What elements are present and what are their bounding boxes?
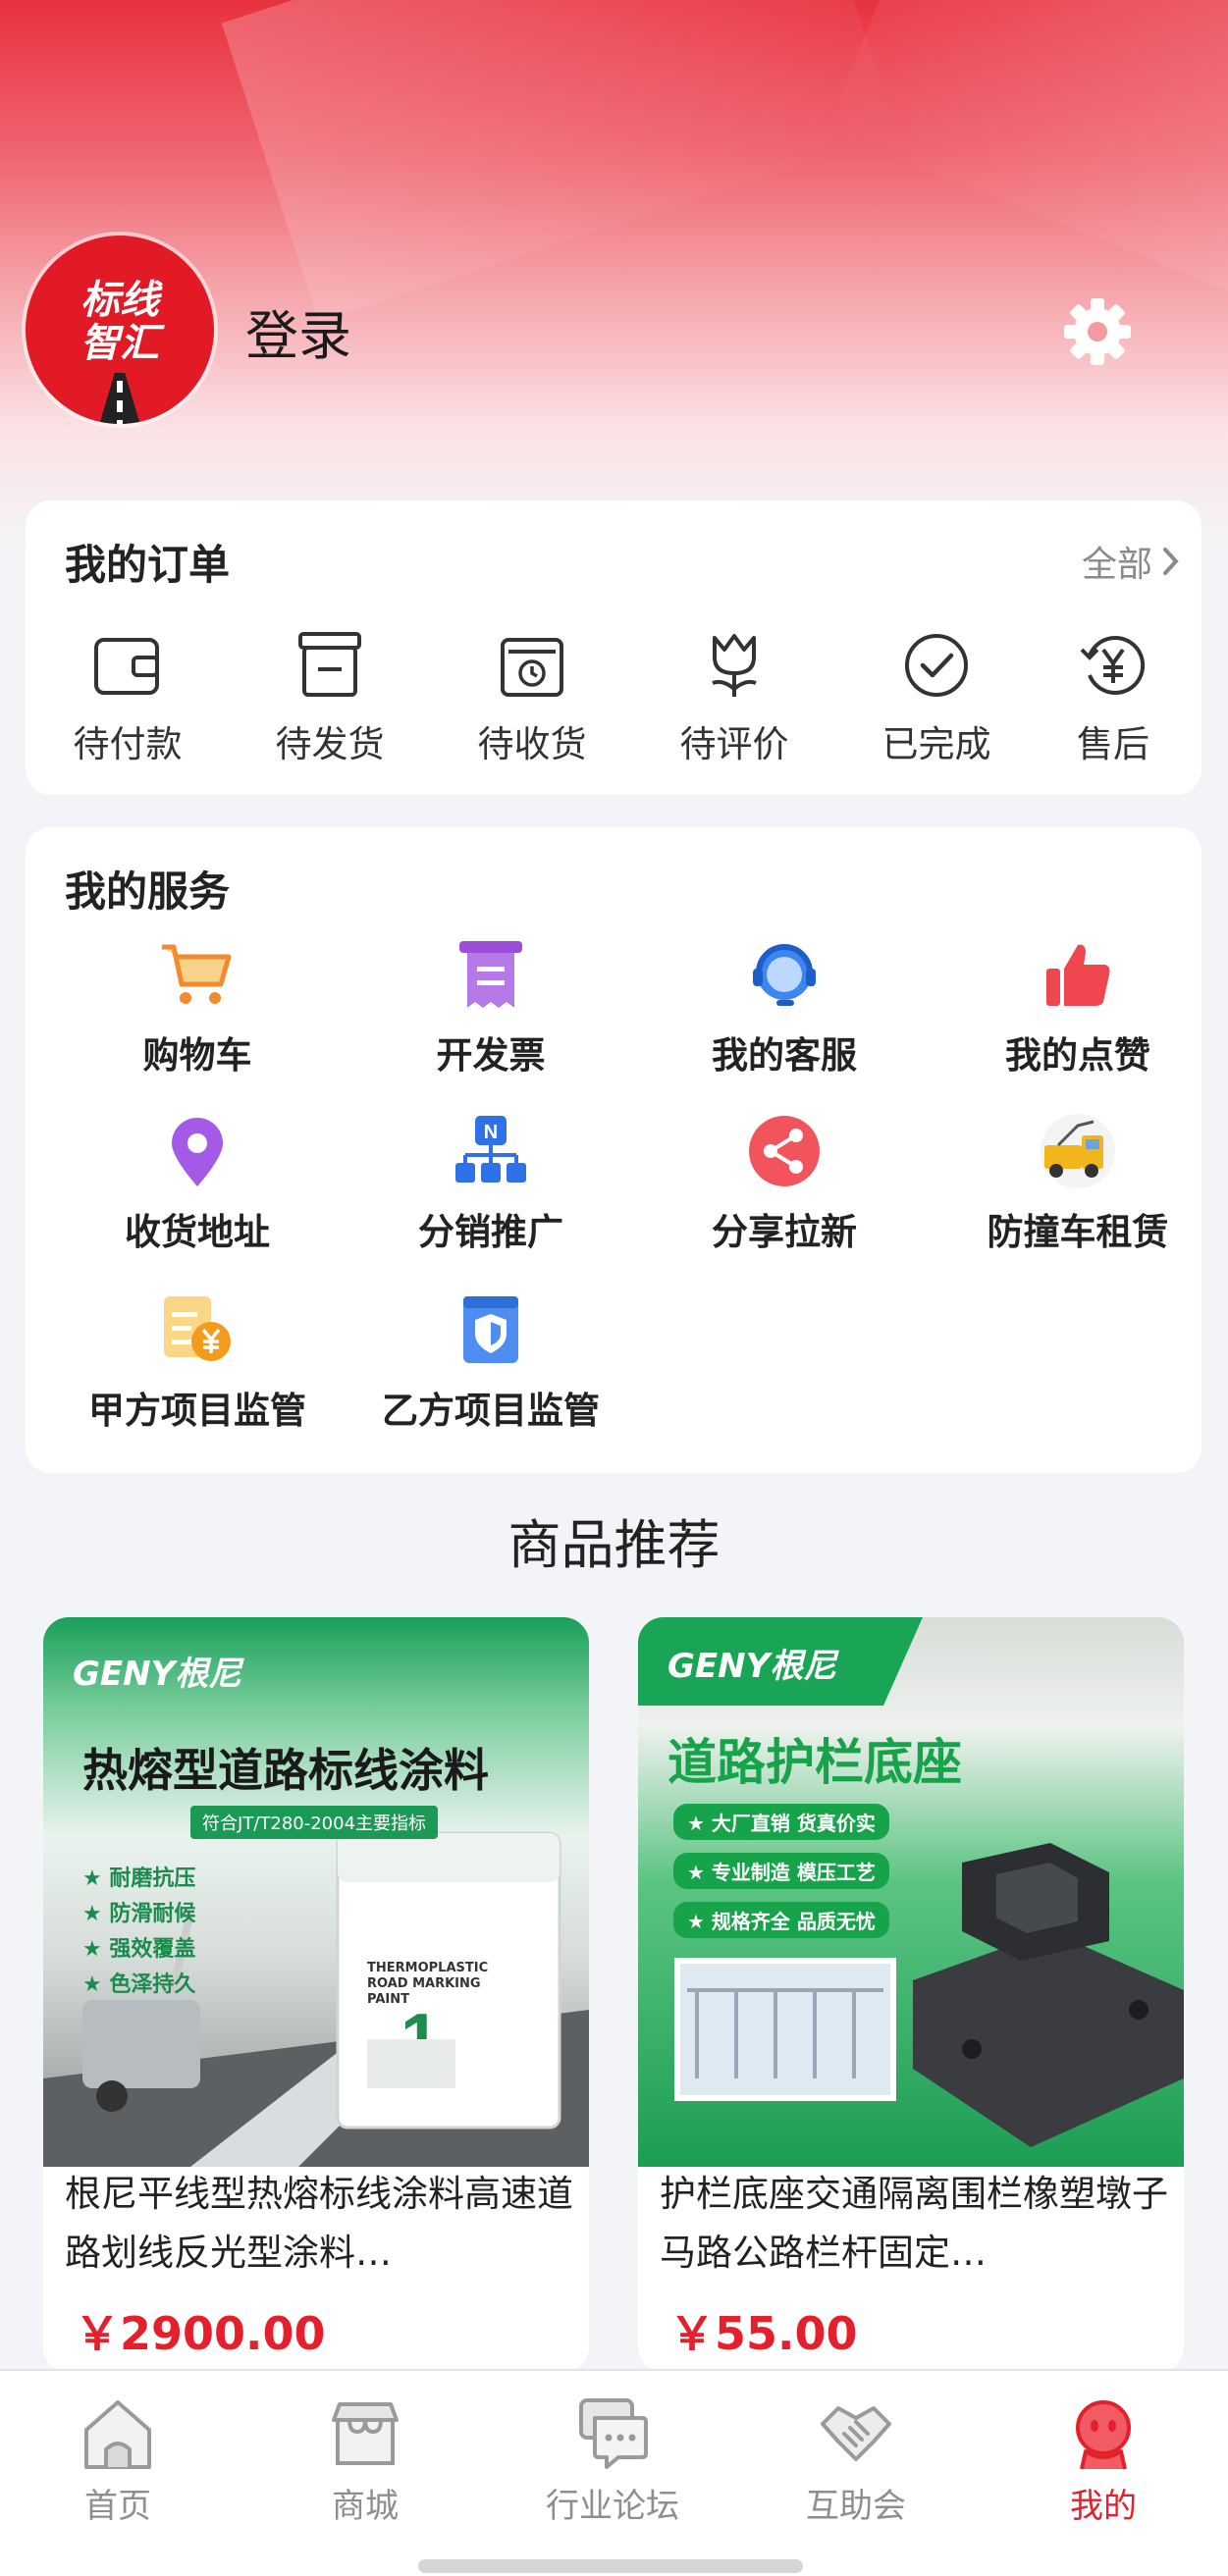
tab-mutual-aid[interactable]: 互助会 — [758, 2394, 954, 2527]
product-price: ￥55.00 — [669, 2307, 858, 2360]
chevron-right-icon — [1163, 548, 1179, 575]
login-button[interactable]: 登录 — [245, 292, 351, 370]
bottom-tab-bar: 首页 商城 行业论坛 互助会 我的 — [0, 2369, 1228, 2576]
thumbs-up-icon — [1046, 944, 1110, 1006]
home-indicator — [418, 2559, 803, 2573]
order-pending-payment[interactable]: 待付款 — [39, 628, 216, 775]
product-name: 根尼平线型热熔标线涂料高速道路划线反光型涂料… — [65, 2173, 573, 2274]
delivery-box-icon — [501, 638, 563, 697]
service-address[interactable]: 收货地址 — [55, 1112, 340, 1259]
svg-text:N: N — [484, 1122, 498, 1143]
wallet-icon — [94, 638, 159, 695]
check-circle-icon — [905, 634, 968, 697]
product-card[interactable]: 1 GENY根尼 热熔型道路标线涂料 符合JT/T280-2004主要指标 ★ … — [43, 1617, 589, 2373]
order-pending-shipment[interactable]: 待发货 — [241, 628, 418, 775]
service-customer-service[interactable]: 我的客服 — [642, 935, 927, 1082]
service-party-b-supervision[interactable]: 乙方项目监管 — [348, 1290, 633, 1438]
order-pending-review[interactable]: 待评价 — [646, 628, 823, 775]
crash-truck-icon — [1041, 1114, 1115, 1188]
order-completed[interactable]: 已完成 — [848, 628, 1025, 775]
profile-icon — [1076, 2400, 1131, 2470]
service-party-a-supervision[interactable]: 甲方项目监管 — [55, 1290, 340, 1438]
my-orders-card: 我的订单 全部 待付款 待发货 待收货 待评价 已完成 售后 — [26, 500, 1201, 795]
service-my-likes[interactable]: 我的点赞 — [935, 935, 1220, 1082]
party-a-yen-doc-icon — [164, 1296, 231, 1361]
distribution-network-icon: N — [455, 1116, 526, 1183]
product-image: GENY根尼 道路护栏底座 ★ 大厂直销 货真价实 ★ 专业制造 模压工艺 ★ … — [638, 1617, 1184, 2167]
customer-service-icon — [753, 944, 816, 1006]
package-icon — [298, 632, 361, 697]
service-cart[interactable]: 购物车 — [55, 935, 340, 1082]
road-graphic — [94, 373, 145, 424]
my-services-card: 我的服务 购物车 开发票 我的客服 我的点赞 收货地址 N 分销推广 分享拉新 … — [26, 827, 1201, 1473]
product-card[interactable]: GENY根尼 道路护栏底座 ★ 大厂直销 货真价实 ★ 专业制造 模压工艺 ★ … — [638, 1617, 1184, 2373]
service-share[interactable]: 分享拉新 — [642, 1112, 927, 1259]
app-logo: 标线 智汇 — [26, 236, 214, 424]
party-b-shield-doc-icon — [463, 1296, 518, 1363]
product-price: ￥2900.00 — [75, 2307, 326, 2360]
share-icon — [749, 1116, 820, 1186]
product-image: 1 GENY根尼 热熔型道路标线涂料 符合JT/T280-2004主要指标 ★ … — [43, 1617, 589, 2167]
handshake-icon — [821, 2406, 891, 2461]
service-invoice[interactable]: 开发票 — [348, 935, 633, 1082]
forum-chat-icon — [579, 2398, 648, 2469]
tab-home[interactable]: 首页 — [20, 2394, 216, 2527]
product-name: 护栏底座交通隔离围栏橡塑墩子马路公路栏杆固定… — [660, 2173, 1168, 2274]
order-pending-receipt[interactable]: 待收货 — [444, 628, 620, 775]
invoice-icon — [459, 941, 522, 1008]
services-title: 我的服务 — [65, 867, 231, 916]
recommend-title: 商品推荐 — [507, 1514, 721, 1576]
order-after-sales[interactable]: 售后 — [1025, 628, 1201, 775]
settings-gear-icon[interactable] — [1060, 294, 1135, 369]
tulip-icon — [712, 634, 757, 697]
shopping-cart-icon — [162, 944, 232, 1004]
tab-store[interactable]: 商城 — [267, 2394, 463, 2527]
tab-forum[interactable]: 行业论坛 — [514, 2394, 711, 2527]
store-icon — [332, 2402, 399, 2465]
home-icon — [84, 2400, 151, 2469]
service-distribution[interactable]: N 分销推广 — [348, 1112, 633, 1259]
orders-title: 我的订单 — [65, 541, 231, 589]
refund-yen-icon — [1080, 636, 1146, 695]
all-orders-link[interactable]: 全部 — [1082, 536, 1180, 587]
service-crash-truck-rental[interactable]: 防撞车租赁 — [935, 1112, 1220, 1259]
tab-mine[interactable]: 我的 — [1005, 2394, 1201, 2527]
location-pin-icon — [172, 1118, 223, 1186]
